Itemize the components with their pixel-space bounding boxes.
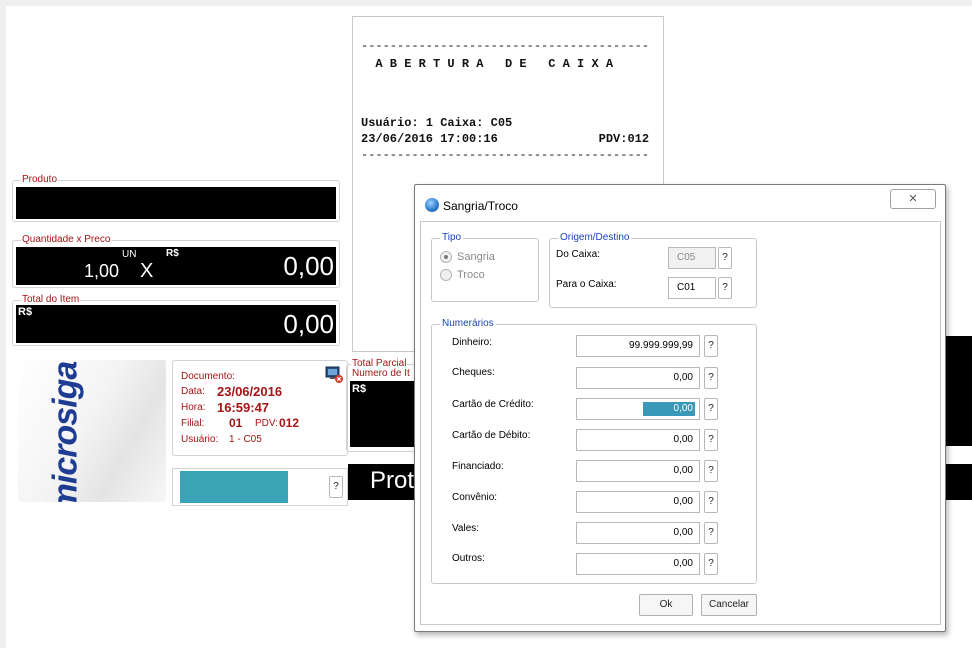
filial-label: Filial: (181, 418, 205, 429)
close-icon[interactable]: ✕ (890, 189, 936, 209)
financiado-help-button[interactable]: ? (704, 460, 718, 482)
total-item-currency: R$ (18, 306, 33, 318)
document-info-panel: Documento: Data: 23/06/2016 Hora: 16:59:… (172, 360, 348, 456)
produto-legend: Produto (21, 174, 59, 186)
do-caixa-field: C05 (668, 247, 716, 269)
total-item-value: 0,00 (283, 309, 334, 339)
receipt-user-line: Usuário: 1 Caixa: C05 (361, 116, 513, 130)
microsiga-logo: microsiga (18, 360, 166, 502)
pdv-label: PDV: (255, 418, 278, 429)
total-item-group: Total do Item R$ 0,00 (12, 294, 340, 346)
cartao-credito-label: Cartão de Crédito: (452, 399, 534, 410)
dinheiro-field[interactable]: 99.999.999,99 (576, 335, 700, 357)
filial-value: 01 (229, 416, 243, 430)
tipo-legend: Tipo (440, 232, 464, 244)
hora-label: Hora: (181, 402, 206, 413)
cartao-credito-field[interactable]: 0,00 (576, 398, 700, 420)
radio-sangria-dot (440, 251, 452, 264)
price-currency: R$ (166, 248, 179, 259)
cartao-debito-field[interactable]: 0,00 (576, 429, 700, 451)
sangria-troco-dialog: Sangria/Troco ✕ Tipo Sangria Troco Orige… (414, 184, 946, 632)
outros-help-button[interactable]: ? (704, 553, 718, 575)
origem-destino-group: Origem/Destino Do Caixa: C05 ? Para o Ca… (549, 232, 757, 308)
receipt-date-line: 23/06/2016 17:00:16 PDV:012 (361, 132, 650, 146)
tipo-group: Tipo Sangria Troco (431, 232, 539, 302)
vales-help-button[interactable]: ? (704, 522, 718, 544)
radio-sangria-label: Sangria (457, 251, 495, 263)
radio-troco-dot (440, 269, 452, 282)
produto-group: Produto (12, 174, 340, 222)
data-value: 23/06/2016 (217, 384, 283, 399)
quantidade-legend: Quantidade x Preco (21, 234, 112, 246)
para-caixa-field[interactable]: C01 (668, 277, 716, 299)
quantidade-preco-display: 1,00 UN X R$ 0,00 (16, 247, 336, 285)
numerarios-legend: Numerários (440, 318, 496, 330)
usuario-label: Usuário: (181, 434, 219, 445)
financiado-field[interactable]: 0,00 (576, 460, 700, 482)
price-value: 0,00 (283, 251, 334, 281)
para-caixa-label: Para o Caixa: (556, 279, 617, 290)
dinheiro-help-button[interactable]: ? (704, 335, 718, 357)
cartao-credito-value: 0,00 (643, 402, 695, 416)
cancel-button[interactable]: Cancelar (701, 594, 757, 616)
status-bar-text: Prot (370, 467, 415, 494)
hora-value: 16:59:47 (217, 400, 270, 415)
quantity-value: 1,00 (84, 261, 120, 281)
outros-label: Outros: (452, 553, 485, 564)
unit-label: UN (122, 249, 137, 260)
produto-field[interactable] (16, 187, 336, 219)
cartao-debito-help-button[interactable]: ? (704, 429, 718, 451)
convenio-field[interactable]: 0,00 (576, 491, 700, 513)
cheques-field[interactable]: 0,00 (576, 367, 700, 389)
dialog-body: Tipo Sangria Troco Origem/Destino Do Cai… (420, 221, 941, 625)
radio-troco[interactable]: Troco (440, 269, 485, 282)
convenio-label: Convênio: (452, 492, 498, 503)
do-caixa-help-button[interactable]: ? (718, 247, 732, 269)
financiado-label: Financiado: (452, 461, 504, 472)
dialog-title: Sangria/Troco (443, 199, 518, 213)
cheques-help-button[interactable]: ? (704, 367, 718, 389)
status-bar: Prot (348, 464, 422, 500)
progress-panel: ? (172, 468, 348, 506)
cheques-label: Cheques: (452, 367, 495, 378)
do-caixa-label: Do Caixa: (556, 249, 600, 260)
para-caixa-help-button[interactable]: ? (718, 277, 732, 299)
quantidade-preco-group: Quantidade x Preco 1,00 UN X R$ 0,00 (12, 234, 340, 288)
dinheiro-label: Dinheiro: (452, 337, 493, 348)
outros-field[interactable]: 0,00 (576, 553, 700, 575)
logo-text: microsiga (46, 361, 85, 502)
progress-help-button[interactable]: ? (329, 476, 343, 498)
times-symbol: X (140, 260, 154, 282)
app-globe-icon (425, 198, 439, 212)
numero-itens-legend: Numero de It (351, 368, 411, 380)
usuario-value: 1 - C05 (229, 434, 262, 445)
radio-sangria[interactable]: Sangria (440, 251, 495, 264)
convenio-help-button[interactable]: ? (704, 491, 718, 513)
origem-destino-legend: Origem/Destino (558, 232, 632, 244)
cartao-debito-label: Cartão de Débito: (452, 430, 531, 441)
total-item-display: R$ 0,00 (16, 305, 336, 343)
monitor-icon[interactable] (325, 365, 343, 383)
documento-label: Documento: (181, 371, 235, 382)
cartao-credito-help-button[interactable]: ? (704, 398, 718, 420)
vales-label: Vales: (452, 523, 480, 534)
radio-troco-label: Troco (457, 269, 485, 281)
total-parcial-currency: R$ (352, 383, 367, 395)
pdv-value: 012 (279, 416, 300, 430)
progress-bar (180, 471, 288, 503)
receipt-line: ---------------------------------------- (361, 39, 650, 53)
ok-button[interactable]: Ok (639, 594, 693, 616)
receipt-line: ---------------------------------------- (361, 148, 650, 162)
data-label: Data: (181, 386, 205, 397)
vales-field[interactable]: 0,00 (576, 522, 700, 544)
numerarios-group: Numerários Dinheiro: 99.999.999,99 ? Che… (431, 318, 757, 584)
receipt-title: A B E R T U R A D E C A I X A (361, 57, 614, 71)
